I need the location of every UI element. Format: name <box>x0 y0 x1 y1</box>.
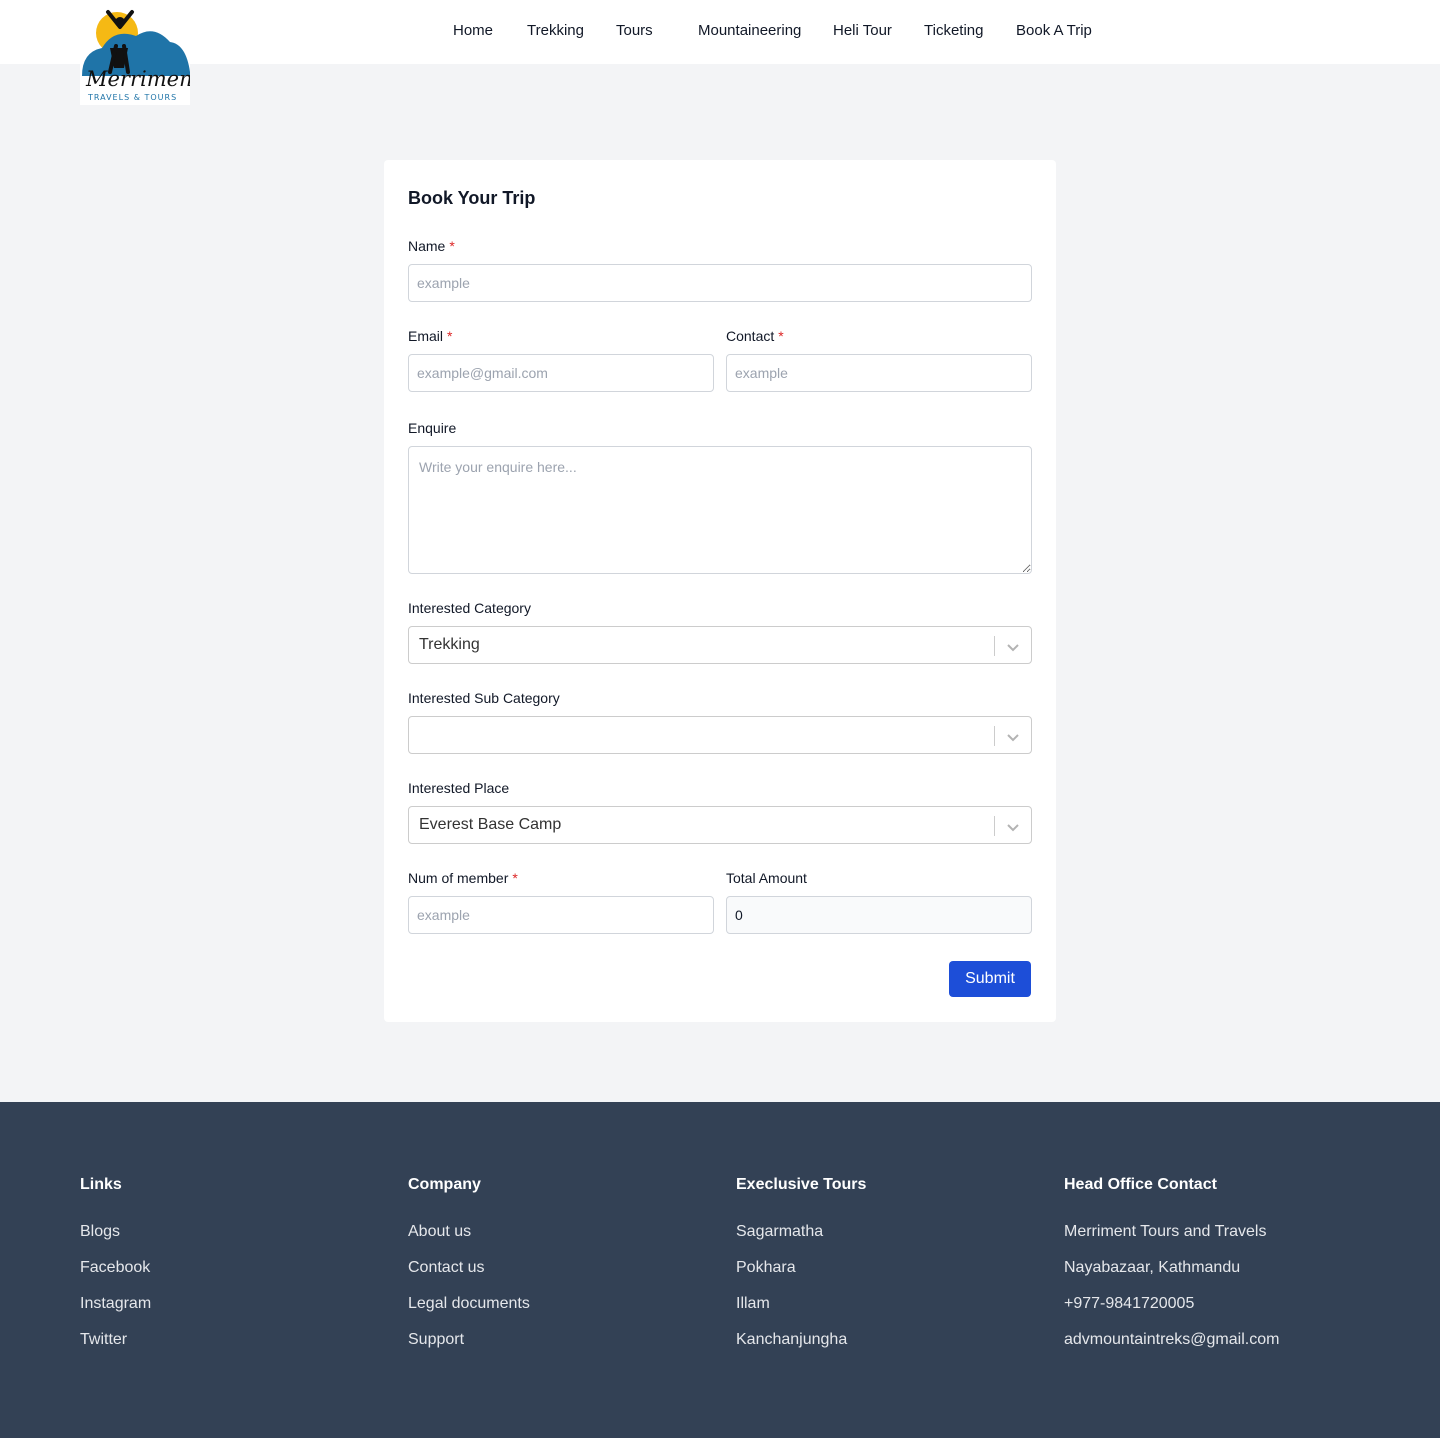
nav-trekking[interactable]: Trekking <box>527 22 584 39</box>
chevron-down-icon[interactable] <box>1005 819 1021 835</box>
footer-email[interactable]: advmountaintreks@gmail.com <box>1064 1330 1279 1366</box>
chevron-down-icon[interactable] <box>1005 729 1021 745</box>
footer-phone[interactable]: +977-9841720005 <box>1064 1294 1279 1330</box>
footer-link-sagarmatha[interactable]: Sagarmatha <box>736 1222 866 1258</box>
footer-link-kanchanjungha[interactable]: Kanchanjungha <box>736 1330 866 1366</box>
contact-label: Contact * <box>726 328 784 344</box>
email-input[interactable] <box>408 354 714 392</box>
footer-heading: Head Office Contact <box>1064 1176 1217 1193</box>
footer-link-facebook[interactable]: Facebook <box>80 1258 151 1294</box>
category-label: Interested Category <box>408 600 531 616</box>
nav-tours[interactable]: Tours <box>616 22 653 39</box>
nav-mountaineering[interactable]: Mountaineering <box>698 22 801 39</box>
nav-book-a-trip[interactable]: Book A Trip <box>1016 22 1092 39</box>
footer-links-column: Links Blogs Facebook Instagram Twitter <box>80 1176 151 1366</box>
nav-heli-tour[interactable]: Heli Tour <box>833 22 892 39</box>
footer-link-illam[interactable]: Illam <box>736 1294 866 1330</box>
select-separator <box>994 816 995 836</box>
footer-link-instagram[interactable]: Instagram <box>80 1294 151 1330</box>
required-mark: * <box>449 238 455 254</box>
footer-tours-column: Execlusive Tours Sagarmatha Pokhara Illa… <box>736 1176 866 1366</box>
select-separator <box>994 726 995 746</box>
svg-text:Merriment: Merriment <box>85 67 190 91</box>
required-mark: * <box>447 328 453 344</box>
logo-image: Merriment TRAVELS & TOURS <box>80 0 190 105</box>
name-label: Name * <box>408 238 455 254</box>
email-label: Email * <box>408 328 453 344</box>
place-value: Everest Base Camp <box>419 816 562 833</box>
footer-contact-column: Head Office Contact Merriment Tours and … <box>1064 1176 1279 1366</box>
footer-company-name: Merriment Tours and Travels <box>1064 1223 1267 1240</box>
footer-address: Nayabazaar, Kathmandu <box>1064 1259 1241 1276</box>
chevron-down-icon[interactable] <box>1005 639 1021 655</box>
members-label: Num of member * <box>408 870 518 886</box>
footer-heading: Company <box>408 1176 481 1193</box>
submit-button[interactable]: Submit <box>949 961 1031 997</box>
footer-link-legal[interactable]: Legal documents <box>408 1294 530 1330</box>
nav-home[interactable]: Home <box>453 22 493 39</box>
category-value: Trekking <box>419 636 480 653</box>
footer-heading: Links <box>80 1176 122 1193</box>
footer-heading: Execlusive Tours <box>736 1176 867 1193</box>
brand-logo[interactable]: Merriment TRAVELS & TOURS <box>80 0 190 105</box>
select-separator <box>994 636 995 656</box>
form-title: Book Your Trip <box>408 188 536 208</box>
place-select[interactable]: Everest Base Camp <box>408 806 1032 844</box>
booking-form-card: Book Your Trip Name* Email* Contact* Enq… <box>384 160 1056 1022</box>
required-mark: * <box>778 328 784 344</box>
footer-company-column: Company About us Contact us Legal docume… <box>408 1176 530 1366</box>
required-mark: * <box>512 870 518 886</box>
total-amount-field <box>726 896 1032 934</box>
svg-text:TRAVELS & TOURS: TRAVELS & TOURS <box>87 93 177 102</box>
contact-input[interactable] <box>726 354 1032 392</box>
enquire-label: Enquire <box>408 420 457 436</box>
footer-link-blogs[interactable]: Blogs <box>80 1222 151 1258</box>
footer-link-about[interactable]: About us <box>408 1222 530 1258</box>
footer-link-pokhara[interactable]: Pokhara <box>736 1258 866 1294</box>
total-amount-label: Total Amount <box>726 870 807 886</box>
nav-ticketing[interactable]: Ticketing <box>924 22 983 39</box>
name-input[interactable] <box>408 264 1032 302</box>
place-label: Interested Place <box>408 780 510 796</box>
category-select[interactable]: Trekking <box>408 626 1032 664</box>
main-nav: Home Trekking Tours Mountaineering Heli … <box>0 0 1440 64</box>
footer: Links Blogs Facebook Instagram Twitter C… <box>0 1102 1440 1438</box>
footer-link-contact[interactable]: Contact us <box>408 1258 530 1294</box>
enquire-textarea[interactable] <box>408 446 1032 574</box>
sub-category-label: Interested Sub Category <box>408 690 560 706</box>
footer-link-twitter[interactable]: Twitter <box>80 1330 151 1366</box>
header: Home Trekking Tours Mountaineering Heli … <box>0 0 1440 64</box>
sub-category-select[interactable] <box>408 716 1032 754</box>
footer-link-support[interactable]: Support <box>408 1330 530 1366</box>
members-input[interactable] <box>408 896 714 934</box>
